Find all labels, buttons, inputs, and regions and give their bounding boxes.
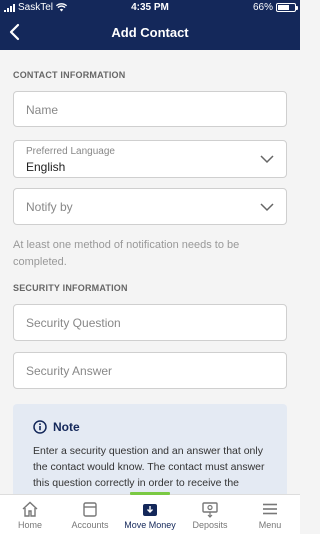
tab-menu[interactable]: Menu	[240, 495, 300, 534]
notify-by-select[interactable]: Notify by	[13, 188, 287, 225]
tab-deposits-label: Deposits	[192, 520, 228, 530]
tab-deposits[interactable]: Deposits	[180, 495, 240, 534]
battery-percent: 66%	[252, 2, 273, 13]
name-placeholder: Name	[26, 103, 59, 117]
note-title: Note	[53, 420, 80, 434]
status-bar: SaskTel 4:35 PM 66%	[0, 0, 300, 15]
security-section-header: SECURITY INFORMATION	[13, 283, 128, 293]
tab-bar: Home Accounts Move Money Deposits Menu	[0, 492, 300, 534]
page-title: Add Contact	[111, 25, 189, 40]
tab-move-money-label: Move Money	[124, 520, 176, 530]
notify-by-placeholder: Notify by	[26, 200, 73, 214]
deposits-icon	[202, 502, 218, 518]
note-box: Note Enter a security question and an an…	[13, 404, 287, 504]
chevron-down-icon	[260, 203, 274, 212]
home-icon	[22, 501, 38, 517]
move-money-icon	[143, 504, 157, 516]
note-header: Note	[33, 420, 80, 434]
accounts-icon	[83, 502, 97, 517]
status-right: 66%	[252, 2, 298, 13]
name-field[interactable]: Name	[13, 91, 287, 127]
nav-bar: Add Contact	[0, 15, 300, 50]
contact-section-header: CONTACT INFORMATION	[13, 70, 126, 80]
chevron-down-icon	[260, 155, 274, 164]
security-answer-placeholder: Security Answer	[26, 364, 113, 378]
menu-icon	[263, 503, 277, 515]
security-answer-field[interactable]: Security Answer	[13, 352, 287, 389]
tab-accounts[interactable]: Accounts	[60, 495, 120, 534]
notification-helper-text: At least one method of notification need…	[13, 239, 240, 268]
preferred-language-value: English	[26, 160, 66, 174]
tab-accounts-label: Accounts	[71, 520, 109, 530]
preferred-language-label: Preferred Language	[26, 146, 115, 157]
security-question-field[interactable]: Security Question	[13, 304, 287, 341]
preferred-language-select[interactable]: Preferred Language English	[13, 140, 287, 178]
tab-menu-label: Menu	[258, 520, 282, 530]
battery-icon	[276, 3, 298, 12]
tab-home-label: Home	[17, 520, 42, 530]
security-question-placeholder: Security Question	[26, 316, 121, 330]
info-icon	[33, 420, 47, 434]
tab-home[interactable]: Home	[0, 495, 60, 534]
tab-move-money[interactable]: Move Money	[120, 492, 180, 534]
